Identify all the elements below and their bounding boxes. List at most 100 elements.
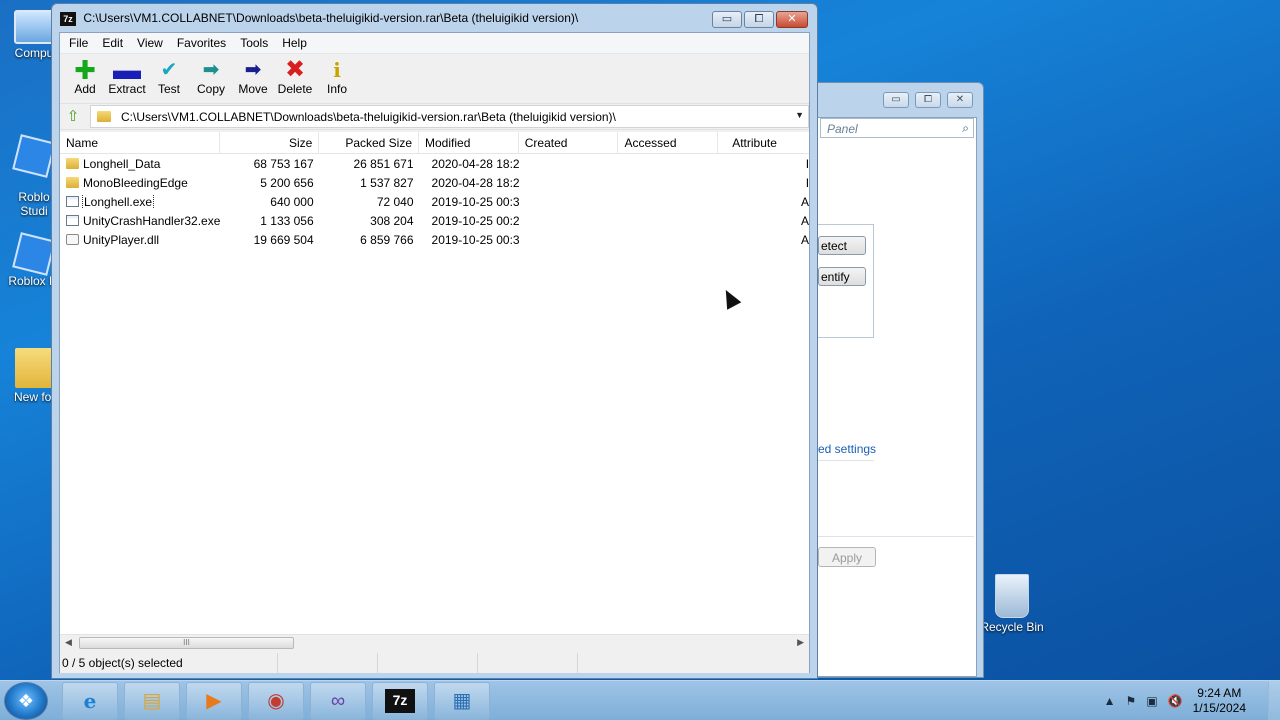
folder-icon xyxy=(66,158,79,169)
background-control-panel-window[interactable]: ▭ ⧠ ✕ Panel ⌕ etect entify ed settings A… xyxy=(810,82,984,678)
search-input[interactable]: Panel ⌕ xyxy=(820,118,974,138)
folder-icon xyxy=(66,177,79,188)
roblox-studio-icon xyxy=(12,134,56,178)
delete-button[interactable]: ✖ Delete xyxy=(274,58,316,103)
menu-tools[interactable]: Tools xyxy=(233,36,275,50)
file-name: Longhell_Data xyxy=(83,156,161,171)
column-header-created[interactable]: Created xyxy=(519,132,619,153)
table-row[interactable]: UnityPlayer.dll 19 669 504 6 859 766 201… xyxy=(60,230,809,249)
test-button[interactable]: ✔ Test xyxy=(148,58,190,103)
file-name: UnityPlayer.dll xyxy=(83,232,160,247)
chevron-down-icon[interactable]: ▼ xyxy=(795,110,804,120)
file-packed-size: 1 537 827 xyxy=(360,175,414,190)
add-button[interactable]: ✚ Add xyxy=(64,57,106,103)
status-selection: 0 / 5 object(s) selected xyxy=(60,653,278,673)
maximize-button[interactable]: ⧠ xyxy=(915,92,941,108)
column-header-packed-size[interactable]: Packed Size xyxy=(319,132,420,153)
move-button[interactable]: ➡ Move xyxy=(232,58,274,103)
desktop-icon-recycle-bin[interactable]: Recycle Bin xyxy=(975,574,1049,634)
close-button[interactable]: ✕ xyxy=(947,92,973,108)
path-combobox[interactable]: C:\Users\VM1.COLLABNET\Downloads\beta-th… xyxy=(90,105,809,128)
status-segment xyxy=(378,653,478,673)
file-attributes: A xyxy=(801,213,809,228)
volume-muted-icon[interactable]: 🔇 xyxy=(1168,694,1183,708)
file-size: 640 000 xyxy=(270,194,314,209)
taskbar-media-player[interactable]: ▶ xyxy=(186,681,242,720)
close-button[interactable]: ✕ xyxy=(776,11,808,28)
column-header-modified[interactable]: Modified xyxy=(419,132,519,153)
taskbar: ❖ e ▤ ▶ ◉ ∞ 7z ▦ ▲ ⚑ ▣ 🔇 9:24 AM 1/15/20… xyxy=(0,680,1280,720)
media-player-icon: ▶ xyxy=(206,689,222,712)
file-name: MonoBleedingEdge xyxy=(83,175,188,190)
apply-button[interactable]: Apply xyxy=(818,547,876,567)
taskbar-chrome[interactable]: ◉ xyxy=(248,681,304,720)
identify-button[interactable]: entify xyxy=(818,267,866,286)
menu-edit[interactable]: Edit xyxy=(95,36,130,50)
file-modified: 2020-04-28 18:29 xyxy=(431,156,520,171)
file-size: 19 669 504 xyxy=(253,232,314,247)
windows-explorer-icon: ▤ xyxy=(142,689,162,712)
copy-button[interactable]: ➡ Copy xyxy=(190,58,232,103)
show-desktop-button[interactable] xyxy=(1268,681,1280,720)
status-bar: 0 / 5 object(s) selected xyxy=(60,653,809,673)
table-row[interactable]: UnityCrashHandler32.exe 1 133 056 308 20… xyxy=(60,211,809,230)
menu-favorites[interactable]: Favorites xyxy=(170,36,233,50)
file-attributes: A xyxy=(801,232,809,247)
network-icon[interactable]: ▣ xyxy=(1146,694,1157,708)
up-arrow-icon: ⇧ xyxy=(66,107,80,125)
clock[interactable]: 9:24 AM 1/15/2024 xyxy=(1193,686,1246,716)
horizontal-scrollbar[interactable]: ◀ III ▶ xyxy=(60,634,809,651)
menu-view[interactable]: View xyxy=(130,36,170,50)
chrome-icon: ◉ xyxy=(267,689,285,712)
minimize-button[interactable]: ▭ xyxy=(712,11,742,28)
divider xyxy=(818,460,874,461)
menu-help[interactable]: Help xyxy=(275,36,314,50)
status-segment xyxy=(278,653,378,673)
address-bar: ⇧ C:\Users\VM1.COLLABNET\Downloads\beta-… xyxy=(60,104,809,130)
menu-file[interactable]: File xyxy=(62,36,95,50)
file-packed-size: 26 851 671 xyxy=(353,156,414,171)
show-hidden-icons-icon[interactable]: ▲ xyxy=(1104,694,1116,708)
detect-button[interactable]: etect xyxy=(818,236,866,255)
add-label: Add xyxy=(74,82,96,96)
7zip-icon: 7z xyxy=(385,689,415,714)
scroll-right-icon[interactable]: ▶ xyxy=(797,637,804,648)
windows-logo-icon: ❖ xyxy=(17,690,35,711)
maximize-button[interactable]: ⧠ xyxy=(744,11,774,28)
info-button[interactable]: i Info xyxy=(316,58,358,103)
taskbar-7zip[interactable]: 7z xyxy=(372,681,428,720)
extract-button[interactable]: ▬ Extract xyxy=(106,56,148,103)
table-row[interactable]: Longhell.exe 640 000 72 040 2019-10-25 0… xyxy=(60,192,809,211)
extract-label: Extract xyxy=(108,82,146,96)
list-header: Name Size Packed Size Modified Created A… xyxy=(60,132,809,154)
7zip-file-manager-window[interactable]: 7z C:\Users\VM1.COLLABNET\Downloads\beta… xyxy=(51,3,818,679)
info-label: Info xyxy=(326,82,347,96)
file-modified: 2019-10-25 00:33 xyxy=(431,232,520,247)
column-header-size[interactable]: Size xyxy=(220,132,320,153)
file-size: 5 200 656 xyxy=(260,175,314,190)
action-center-flag-icon[interactable]: ⚑ xyxy=(1126,694,1137,708)
taskbar-control-panel[interactable]: ▦ xyxy=(434,681,490,720)
column-header-accessed[interactable]: Accessed xyxy=(618,132,719,153)
scroll-left-icon[interactable]: ◀ xyxy=(65,637,72,648)
title-bar[interactable]: 7z C:\Users\VM1.COLLABNET\Downloads\beta… xyxy=(52,4,817,34)
taskbar-windows-explorer[interactable]: ▤ xyxy=(124,681,180,720)
column-header-attributes[interactable]: Attribute xyxy=(718,132,809,153)
clock-date: 1/15/2024 xyxy=(1192,701,1246,715)
computer-icon xyxy=(14,10,54,44)
minimize-button[interactable]: ▭ xyxy=(883,92,909,108)
up-folder-button[interactable]: ⇧ xyxy=(60,106,86,128)
taskbar-visual-studio[interactable]: ∞ xyxy=(310,681,366,720)
scrollbar-thumb[interactable]: III xyxy=(79,637,294,649)
start-button[interactable]: ❖ xyxy=(4,681,48,720)
file-attributes: I xyxy=(805,156,809,171)
table-row[interactable]: MonoBleedingEdge 5 200 656 1 537 827 202… xyxy=(60,173,809,192)
file-name: UnityCrashHandler32.exe xyxy=(83,213,221,228)
file-packed-size: 72 040 xyxy=(376,194,414,209)
test-icon: ✔ xyxy=(160,59,178,81)
search-icon[interactable]: ⌕ xyxy=(962,121,969,136)
column-header-name[interactable]: Name xyxy=(60,132,220,153)
table-row[interactable]: Longhell_Data 68 753 167 26 851 671 2020… xyxy=(60,154,809,173)
taskbar-internet-explorer[interactable]: e xyxy=(62,681,118,720)
advanced-settings-link[interactable]: ed settings xyxy=(818,442,876,456)
